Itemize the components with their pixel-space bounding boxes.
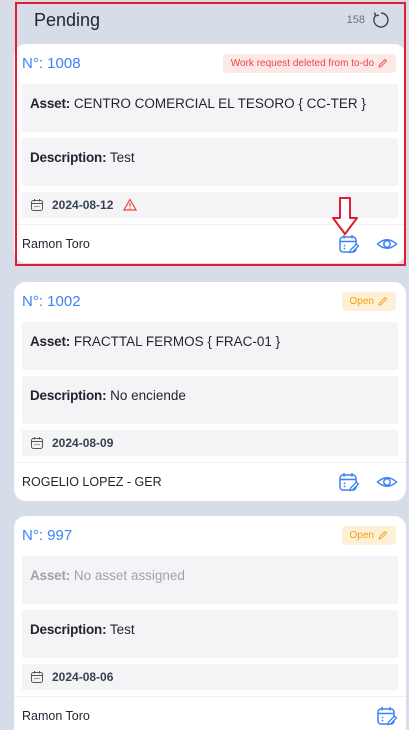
- view-eye-icon[interactable]: [376, 233, 398, 255]
- card-footer: Ramon Toro: [14, 696, 406, 730]
- description-value: No enciende: [110, 388, 186, 403]
- due-date: 2024-08-06: [52, 670, 114, 684]
- assignee-name: ROGELIO LOPEZ - GER: [22, 475, 162, 489]
- asset-value: CENTRO COMERCIAL EL TESORO { CC-TER }: [73, 96, 366, 111]
- pencil-icon: [378, 530, 388, 540]
- work-order-number: N°: 1008: [22, 54, 81, 72]
- date-row: 2024-08-06: [22, 664, 398, 690]
- status-badge-label: Open: [349, 295, 374, 307]
- card-actions: [338, 471, 398, 493]
- schedule-edit-icon[interactable]: [338, 233, 360, 255]
- card-header: N°: 997 Open: [14, 520, 406, 550]
- work-order-number: N°: 997: [22, 526, 73, 544]
- work-order-number: N°: 1002: [22, 292, 81, 310]
- calendar-icon: [31, 671, 43, 683]
- card-actions: [338, 233, 398, 255]
- status-badge-label: Work request deleted from to-do: [230, 57, 374, 69]
- page-title: Pending: [34, 9, 101, 30]
- refresh-icon[interactable]: [371, 10, 391, 30]
- due-date: 2024-08-09: [52, 436, 114, 450]
- warning-icon: [123, 198, 138, 211]
- status-badge: Open: [341, 525, 396, 545]
- asset-value: No asset assigned: [73, 568, 185, 583]
- asset-label: Asset:: [30, 334, 71, 349]
- description-label: Description:: [30, 150, 107, 165]
- card-header: N°: 1008 Work request deleted from to-do: [14, 48, 406, 78]
- description-field: Description: Test: [22, 610, 398, 658]
- schedule-edit-icon[interactable]: [338, 471, 360, 493]
- description-field: Description: Test: [22, 138, 398, 186]
- asset-field: Asset: No asset assigned: [22, 556, 398, 604]
- calendar-icon: [31, 437, 43, 449]
- view-eye-icon[interactable]: [376, 471, 398, 493]
- date-row: 2024-08-09: [22, 430, 398, 456]
- card-actions: [376, 705, 398, 727]
- annotation-arrow-icon: [332, 197, 358, 235]
- asset-value: FRACTTAL FERMOS { FRAC-01 }: [73, 334, 281, 349]
- status-badge: Open: [341, 291, 396, 311]
- asset-field: Asset: FRACTTAL FERMOS { FRAC-01 }: [22, 322, 398, 370]
- work-order-card[interactable]: N°: 997 Open Asset: No asset assigned De…: [14, 516, 406, 730]
- asset-label: Asset:: [30, 96, 71, 111]
- pencil-icon: [378, 296, 388, 306]
- asset-field: Asset: CENTRO COMERCIAL EL TESORO { CC-T…: [22, 84, 398, 132]
- assignee-name: Ramon Toro: [22, 709, 90, 723]
- pencil-icon: [378, 58, 388, 68]
- assignee-name: Ramon Toro: [22, 237, 90, 251]
- card-footer: ROGELIO LOPEZ - GER: [14, 462, 406, 501]
- pending-count: 158: [346, 14, 365, 26]
- description-field: Description: No enciende: [22, 376, 398, 424]
- description-value: Test: [109, 622, 135, 637]
- schedule-edit-icon[interactable]: [376, 705, 398, 727]
- header-right: 158: [347, 10, 391, 30]
- status-badge-label: Open: [349, 529, 374, 541]
- status-badge: Work request deleted from to-do: [222, 53, 396, 73]
- description-label: Description:: [30, 388, 107, 403]
- list-header: Pending 158: [0, 0, 409, 40]
- asset-label: Asset:: [30, 568, 71, 583]
- description-label: Description:: [30, 622, 107, 637]
- work-order-card[interactable]: N°: 1002 Open Asset: FRACTTAL FERMOS { F…: [14, 282, 406, 501]
- calendar-icon: [31, 199, 43, 211]
- card-header: N°: 1002 Open: [14, 286, 406, 316]
- due-date: 2024-08-12: [52, 198, 114, 212]
- description-value: Test: [109, 150, 135, 165]
